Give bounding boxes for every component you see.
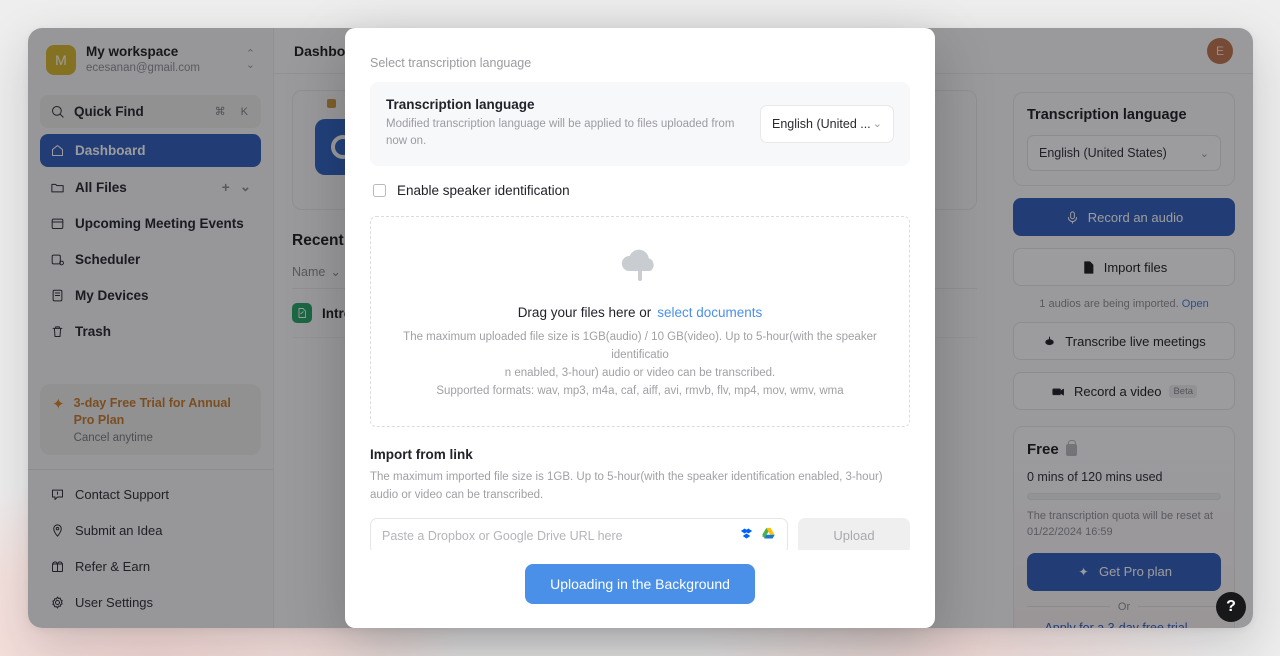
modal-section-label: Select transcription language [370,56,532,70]
dropzone-drag-label: Drag your files here or [517,304,652,320]
select-documents-link[interactable]: select documents [657,305,762,320]
dropbox-icon[interactable] [739,526,754,546]
upload-button[interactable]: Upload [798,517,910,550]
modal-body: Select transcription language Transcript… [345,28,935,550]
dropzone-primary-text: Drag your files here or select documents [393,305,887,320]
import-from-link-title: Import from link [370,447,473,463]
enable-speaker-identification-row[interactable]: Enable speaker identification [370,166,910,216]
modal-language-select[interactable]: English (United ... ⌄ [760,104,894,143]
transcription-language-text: Transcription language Modified transcri… [386,97,746,151]
file-dropzone[interactable]: Drag your files here or select documents … [370,215,910,428]
dropzone-limit-line-2: n enabled, 3-hour) audio or video can be… [504,366,776,379]
import-from-link-description: The maximum imported file size is 1GB. U… [370,471,883,501]
import-url-placeholder: Paste a Dropbox or Google Drive URL here [382,528,623,543]
speaker-identification-label: Enable speaker identification [397,182,570,198]
help-button[interactable]: ? [1216,592,1246,622]
transcription-language-description: Modified transcription language will be … [386,118,735,148]
transcription-language-panel: Transcription language Modified transcri… [370,82,910,166]
upload-cloud-icon [617,245,663,283]
speaker-identification-checkbox[interactable] [373,183,386,197]
import-url-input[interactable]: Paste a Dropbox or Google Drive URL here [370,517,788,550]
modal-language-value: English (United ... [772,116,871,131]
dropzone-limit-line-1: The maximum uploaded file size is 1GB(au… [403,330,877,361]
chevron-down-icon: ⌄ [872,118,882,131]
modal-footer: Uploading in the Background [345,550,935,628]
upload-modal: Select transcription language Transcript… [345,28,935,628]
uploading-in-background-button[interactable]: Uploading in the Background [525,564,755,604]
dropzone-supported-formats: Supported formats: wav, mp3, m4a, caf, a… [436,384,844,397]
import-url-row: Paste a Dropbox or Google Drive URL here… [370,517,910,550]
google-drive-icon[interactable] [761,526,776,546]
transcription-language-title: Transcription language [386,97,535,112]
